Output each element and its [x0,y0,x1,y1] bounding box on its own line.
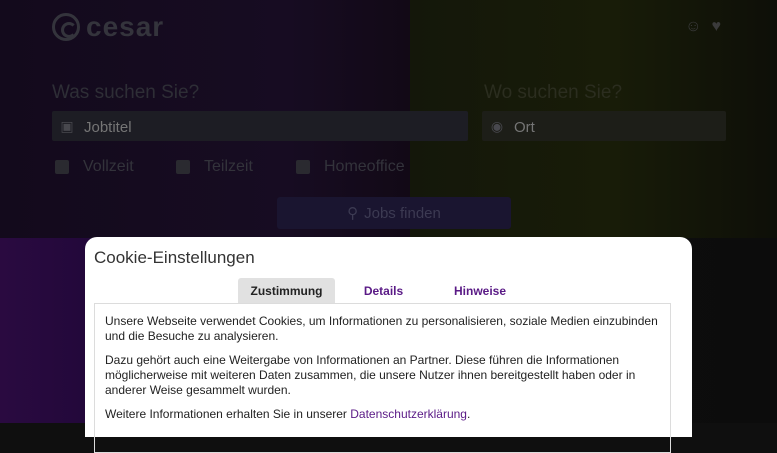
briefcase-icon: ▣ [60,117,74,134]
cookie-settings-dialog: Cookie-Einstellungen Zustimmung Details … [85,237,692,453]
heart-icon[interactable]: ♥ [712,18,722,36]
header-icons: ☺ ♥ [685,18,721,36]
checkbox-label: Vollzeit [83,158,134,175]
search-button-label: Jobs finden [364,204,441,222]
checkbox-box[interactable] [296,160,310,174]
location-field: ◉ [482,111,726,143]
site-logo[interactable]: cesar [52,11,165,42]
checkbox-box[interactable] [176,160,190,174]
consent-paragraph-3: Weitere Informationen erhalten Sie in un… [105,407,661,422]
privacy-prefix: Weitere Informationen erhalten Sie in un… [105,407,351,421]
user-icon[interactable]: ☺ [685,18,701,36]
where-label: Wo suchen Sie? [484,82,623,103]
location-pin-icon: ◉ [490,117,504,134]
tab-content: Unsere Webseite verwendet Cookies, um In… [94,303,671,453]
checkbox-label: Homeoffice [324,158,405,175]
tab-zustimmung[interactable]: Zustimmung [238,278,335,304]
privacy-policy-link[interactable]: Datenschutzerklärung [350,407,467,421]
search-icon: ⚲ [347,205,359,222]
tab-hinweise[interactable]: Hinweise [437,278,523,304]
checkbox-homeoffice[interactable]: Homeoffice [296,158,405,176]
checkbox-teilzeit[interactable]: Teilzeit [176,158,253,176]
tab-details[interactable]: Details [345,278,422,304]
search-jobs-button[interactable]: ⚲ Jobs finden [277,197,511,229]
cookie-tabs: Zustimmung Details Hinweise [85,278,692,304]
job-title-input[interactable] [82,111,466,143]
privacy-suffix: . [466,407,471,421]
location-input[interactable] [512,111,724,143]
dialog-title: Cookie-Einstellungen [94,248,255,267]
logo-text: cesar [86,11,165,42]
consent-paragraph-1: Unsere Webseite verwendet Cookies, um In… [105,314,658,343]
what-label: Was suchen Sie? [52,82,200,103]
consent-paragraph-2: Dazu gehört auch eine Weitergabe von Inf… [105,353,636,397]
checkbox-label: Teilzeit [204,158,253,175]
checkbox-vollzeit[interactable]: Vollzeit [55,158,134,176]
checkbox-box[interactable] [55,160,69,174]
job-title-field: ▣ [52,111,468,143]
logo-mark-icon [52,13,80,41]
